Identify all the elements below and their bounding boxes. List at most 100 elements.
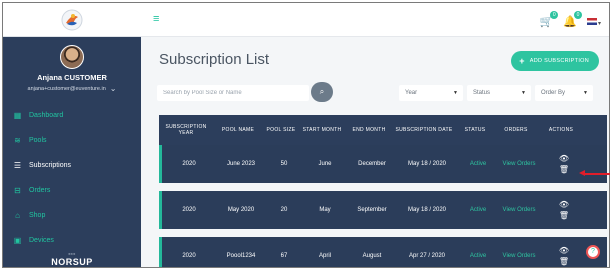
top-bar-actions: 🛒 0 🔔 0 ▾ (540, 10, 601, 30)
sidebar-item-label: Pools (29, 137, 47, 144)
sidebar-item-shop[interactable]: ⌂ Shop (3, 203, 141, 228)
user-name: Anjana CUSTOMER (37, 73, 107, 82)
chevron-down-icon: ▼ (453, 90, 458, 96)
column-header[interactable]: STATUS (455, 127, 495, 134)
brand-name: NORSUP (51, 257, 93, 267)
sidebar-item-subscriptions[interactable]: ☰ Subscriptions (3, 153, 141, 178)
logo-container[interactable] (3, 3, 141, 37)
eye-icon[interactable]: 👁 (559, 200, 569, 209)
chevron-down-icon[interactable]: ⌄ (110, 84, 117, 93)
brand-logo: ≈≈≈ NORSUP (3, 252, 141, 267)
column-header: ACTIONS (548, 126, 574, 133)
hamburger-menu-icon[interactable]: ≡ (153, 13, 159, 25)
status-badge: Active (469, 207, 487, 213)
cell-subscription-date: May 18 / 2020 (407, 207, 447, 213)
add-subscription-button[interactable]: + ADD SUBSCRIPTION (511, 51, 599, 71)
cell-end-month: September (357, 207, 387, 213)
order-by-select-value: Order By (541, 90, 566, 96)
user-email: anjana+customer@euventure.in (27, 85, 106, 92)
flag-icon (586, 18, 597, 25)
status-select[interactable]: Status ▼ (467, 85, 531, 101)
search-input[interactable] (157, 85, 309, 101)
cart-badge: 0 (550, 10, 559, 19)
sidebar-item-dashboard[interactable]: ▦ Dashboard (3, 103, 141, 128)
cell-end-month: December (358, 161, 386, 167)
cell-start-month: June (318, 161, 332, 167)
column-header[interactable]: ORDERS (495, 127, 537, 134)
cell-year: 2020 (182, 253, 196, 259)
row-actions: 👁 🗑 (540, 200, 588, 220)
subscriptions-icon: ☰ (13, 161, 22, 170)
language-selector[interactable]: ▾ (586, 12, 601, 30)
trash-icon[interactable]: 🗑 (559, 165, 569, 174)
help-icon[interactable]: ? (586, 245, 600, 259)
cell-start-month: May (319, 207, 331, 213)
cell-pool-name: Poool1234 (226, 253, 256, 259)
user-profile: Anjana CUSTOMER anjana+customer@euventur… (3, 37, 141, 93)
table-row[interactable]: 2020 Poool1234 67 April August Apr 27 / … (159, 237, 607, 267)
devices-icon: ▣ (13, 236, 22, 245)
logo-icon (61, 9, 83, 30)
order-by-select[interactable]: Order By ▼ (535, 85, 593, 101)
column-header[interactable]: END MONTH (345, 127, 393, 134)
dashboard-icon: ▦ (13, 111, 22, 120)
eye-icon[interactable]: 👁 (559, 154, 569, 163)
status-select-value: Status (473, 90, 491, 96)
subscription-table: SUBSCRIPTION YEAR POOL NAME POOL SIZE ST… (159, 115, 607, 267)
cell-year: 2020 (182, 207, 196, 213)
cell-start-month: April (318, 253, 331, 259)
row-actions: 👁 🗑 (540, 246, 588, 266)
avatar[interactable] (60, 45, 84, 69)
cell-pool-size: 67 (280, 253, 288, 259)
cell-pool-name: May 2020 (227, 207, 255, 213)
cart-icon[interactable]: 🛒 0 (540, 10, 559, 28)
column-header[interactable]: START MONTH (299, 127, 345, 134)
view-orders-link[interactable]: View Orders (498, 252, 540, 260)
cell-pool-name: June 2023 (226, 161, 256, 167)
search-icon: ⌕ (319, 87, 325, 96)
sidebar-item-label: Subscriptions (29, 162, 72, 169)
status-badge: Active (469, 253, 487, 259)
user-email-row[interactable]: anjana+customer@euventure.in ⌄ (3, 84, 141, 93)
sidebar-item-label: Orders (29, 187, 51, 194)
sidebar-item-devices[interactable]: ▣ Devices (3, 228, 141, 253)
column-header[interactable]: SUBSCRIPTION YEAR (159, 124, 213, 137)
sidebar-item-label: Devices (29, 237, 54, 244)
cell-pool-size: 50 (280, 161, 288, 167)
sidebar-item-label: Dashboard (29, 112, 64, 119)
column-header[interactable]: POOL NAME (213, 127, 263, 134)
annotation-arrow (579, 170, 610, 176)
year-select[interactable]: Year ▼ (399, 85, 463, 101)
sidebar: Anjana CUSTOMER anjana+customer@euventur… (3, 3, 141, 267)
column-header[interactable]: POOL SIZE (263, 127, 299, 134)
table-row[interactable]: 2020 May 2020 20 May September May 18 / … (159, 191, 607, 229)
brand-mark: ≈≈≈ (68, 252, 76, 256)
add-subscription-label: ADD SUBSCRIPTION (529, 58, 589, 64)
chevron-down-icon: ▾ (597, 21, 601, 27)
cell-end-month: August (362, 253, 382, 259)
view-orders-link[interactable]: View Orders (498, 160, 540, 168)
view-orders-link[interactable]: View Orders (498, 206, 540, 214)
bell-icon[interactable]: 🔔 0 (563, 10, 582, 28)
sidebar-item-pools[interactable]: ≋ Pools (3, 128, 141, 153)
column-header[interactable]: SUBSCRIPTION DATE (393, 127, 455, 134)
shop-icon: ⌂ (15, 211, 20, 220)
cell-subscription-date: Apr 27 / 2020 (408, 253, 446, 259)
table-row[interactable]: 2020 June 2023 50 June December May 18 /… (159, 145, 607, 183)
orders-icon: ⊟ (14, 186, 21, 195)
notification-badge: 0 (573, 10, 582, 19)
search-button[interactable]: ⌕ (311, 82, 333, 102)
main-content: Subscription List + ADD SUBSCRIPTION ⌕ Y… (141, 37, 609, 267)
trash-icon[interactable]: 🗑 (559, 211, 569, 220)
cell-year: 2020 (182, 161, 196, 167)
table-header: SUBSCRIPTION YEAR POOL NAME POOL SIZE ST… (159, 115, 607, 145)
status-badge: Active (469, 161, 487, 167)
eye-icon[interactable]: 👁 (559, 246, 569, 255)
chevron-down-icon: ▼ (583, 90, 588, 96)
year-select-value: Year (405, 90, 418, 96)
pool-icon: ≋ (14, 136, 21, 145)
chevron-down-icon: ▼ (521, 90, 526, 96)
plus-icon: + (519, 56, 525, 66)
sidebar-item-orders[interactable]: ⊟ Orders (3, 178, 141, 203)
trash-icon[interactable]: 🗑 (559, 257, 569, 266)
